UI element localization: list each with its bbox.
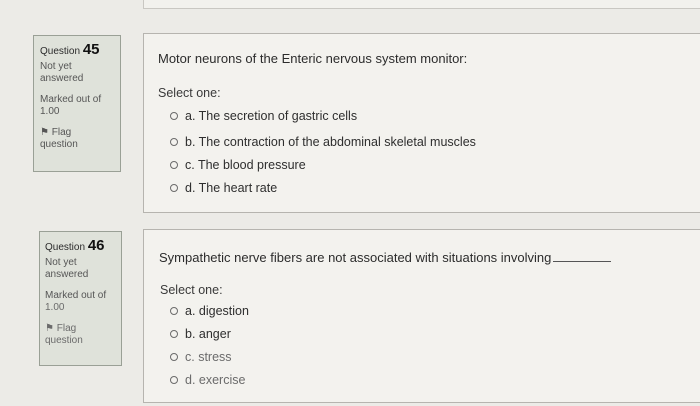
answer-option-d[interactable]: d. exercise: [170, 373, 245, 387]
question-text: Motor neurons of the Enteric nervous sys…: [158, 51, 468, 66]
radio-icon[interactable]: [170, 161, 178, 169]
radio-icon[interactable]: [170, 353, 178, 361]
radio-icon[interactable]: [170, 307, 178, 315]
status-line: answered: [40, 73, 84, 84]
question-number: 46: [87, 237, 105, 254]
flag-icon: ⚑: [40, 127, 49, 138]
flag-question-label[interactable]: question: [45, 335, 116, 347]
answer-option-a[interactable]: a. digestion: [170, 304, 249, 318]
question-heading: Question 46: [45, 237, 105, 254]
question-heading: Question 45: [40, 41, 100, 58]
question-number: 45: [82, 41, 100, 58]
answer-option-c[interactable]: c. stress: [170, 350, 232, 364]
answer-option-b[interactable]: b. The contraction of the abdominal skel…: [170, 135, 476, 149]
flag-question-link[interactable]: ⚑ Flag: [40, 127, 114, 139]
status-line: Not yet: [40, 61, 72, 72]
question-content-46: Sympathetic nerve fibers are not associa…: [143, 229, 700, 403]
question-content-45: Motor neurons of the Enteric nervous sys…: [143, 33, 700, 213]
select-one-label: Select one:: [158, 86, 221, 100]
status-line: Not yet: [45, 257, 77, 268]
radio-icon[interactable]: [170, 112, 178, 120]
question-info-45: Question 45 Not yet answered Marked out …: [33, 35, 121, 172]
marks-value: 1.00: [40, 106, 60, 117]
select-one-label: Select one:: [160, 283, 223, 297]
question-info-46: Question 46 Not yet answered Marked out …: [39, 231, 122, 366]
flag-icon: ⚑: [45, 323, 54, 334]
previous-question-box: [143, 0, 700, 9]
marks-value: 1.00: [45, 302, 65, 313]
marks-line: Marked out of: [40, 94, 102, 105]
status-line: answered: [45, 269, 89, 280]
answer-option-c[interactable]: c. The blood pressure: [170, 158, 306, 172]
radio-icon[interactable]: [170, 330, 178, 338]
radio-icon[interactable]: [170, 184, 178, 192]
radio-icon[interactable]: [170, 376, 178, 384]
answer-option-a[interactable]: a. The secretion of gastric cells: [170, 109, 357, 123]
marks-line: Marked out of: [45, 290, 107, 301]
flag-question-link[interactable]: ⚑ Flag: [45, 323, 116, 335]
radio-icon[interactable]: [170, 138, 178, 146]
answer-option-d[interactable]: d. The heart rate: [170, 181, 277, 195]
question-text: Sympathetic nerve fibers are not associa…: [159, 250, 612, 265]
answer-blank: [553, 261, 612, 262]
flag-question-label[interactable]: question: [40, 139, 114, 151]
answer-option-b[interactable]: b. anger: [170, 327, 231, 341]
